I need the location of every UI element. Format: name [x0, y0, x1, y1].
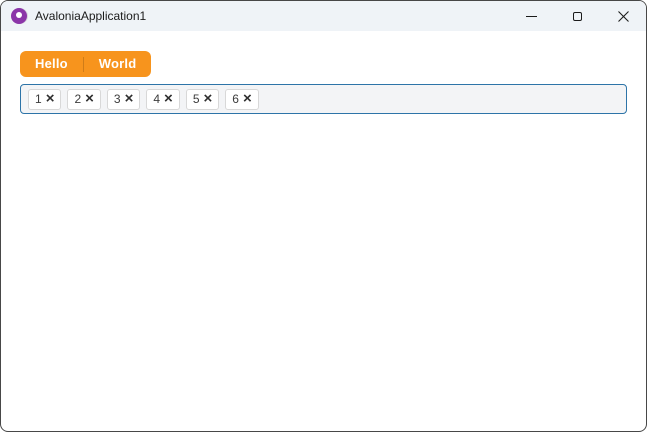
maximize-button[interactable]: [554, 1, 600, 31]
chip-remove-icon[interactable]: ×: [125, 91, 134, 106]
chip-label: 6: [232, 92, 239, 106]
app-window: AvaloniaApplication1 Hello World 1 × 2 ×…: [0, 0, 647, 432]
minimize-icon: [525, 15, 537, 17]
chip-5[interactable]: 5 ×: [185, 88, 220, 110]
chip-label: 4: [153, 92, 161, 106]
chip-3[interactable]: 3 ×: [106, 88, 141, 110]
chip-remove-icon[interactable]: ×: [204, 91, 213, 106]
content-area: Hello World 1 × 2 × 3 × 4 × 5 × 6 ×: [1, 31, 646, 114]
chip-1[interactable]: 1 ×: [28, 88, 62, 110]
chip-label: 1: [35, 92, 42, 106]
title-bar[interactable]: AvaloniaApplication1: [1, 1, 646, 31]
caption-buttons: [508, 1, 646, 31]
chip-remove-icon[interactable]: ×: [164, 91, 173, 106]
chip-label: 3: [113, 92, 121, 106]
window-title: AvaloniaApplication1: [35, 9, 147, 23]
chip-6[interactable]: 6 ×: [225, 88, 259, 110]
chip-label: 5: [192, 92, 200, 106]
tab-strip: Hello World: [20, 51, 152, 77]
chip-2[interactable]: 2 ×: [67, 88, 101, 110]
chip-remove-icon[interactable]: ×: [85, 91, 94, 106]
avalonia-logo-icon: [11, 8, 27, 24]
tab-hello[interactable]: Hello: [20, 51, 83, 77]
chip-remove-icon[interactable]: ×: [243, 91, 252, 106]
tab-world[interactable]: World: [84, 51, 152, 77]
close-button[interactable]: [600, 1, 646, 31]
chip-4[interactable]: 4 ×: [146, 88, 180, 110]
tags-input[interactable]: 1 × 2 × 3 × 4 × 5 × 6 ×: [20, 84, 627, 114]
minimize-button[interactable]: [508, 1, 554, 31]
maximize-icon: [572, 11, 582, 21]
chip-label: 2: [74, 92, 82, 106]
chip-remove-icon[interactable]: ×: [46, 91, 55, 106]
close-icon: [617, 10, 629, 22]
